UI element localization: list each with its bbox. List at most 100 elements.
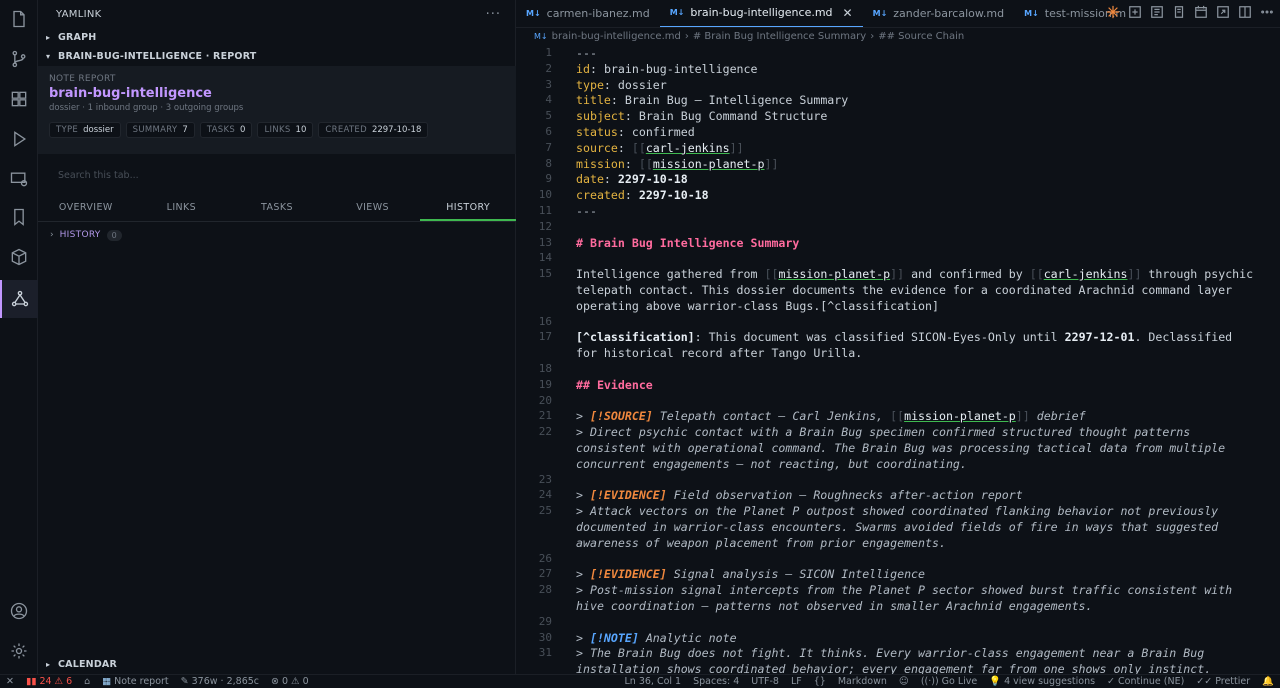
diff-icon[interactable] xyxy=(1128,5,1142,19)
continue-button[interactable]: ✓ Continue (NE) xyxy=(1101,676,1190,687)
close-icon[interactable]: ✕ xyxy=(843,6,853,20)
breadcrumb-heading[interactable]: # Brain Bug Intelligence Summary xyxy=(693,31,866,42)
code-line[interactable]: awareness of weapon placement from prior… xyxy=(516,535,1280,551)
open-preview-icon[interactable] xyxy=(1216,5,1230,19)
code-line[interactable]: 17 [^classification]: This document was c… xyxy=(516,329,1280,345)
code-line[interactable]: 4 title: Brain Bug — Intelligence Summary xyxy=(516,92,1280,108)
home-icon[interactable]: ⌂ xyxy=(78,676,96,687)
word-count[interactable]: ✎ 376w · 2,865c xyxy=(175,676,265,687)
code-line[interactable]: 16 xyxy=(516,314,1280,330)
code-line[interactable]: 10 created: 2297-10-18 xyxy=(516,187,1280,203)
code-line[interactable]: 5 subject: Brain Bug Command Structure xyxy=(516,108,1280,124)
end-of-line[interactable]: LF xyxy=(785,676,808,687)
code-line[interactable]: 30 > [!NOTE] Analytic note xyxy=(516,630,1280,646)
tab-overview[interactable]: OVERVIEW xyxy=(38,200,134,221)
code-line[interactable]: for historical record after Tango Urilla… xyxy=(516,345,1280,361)
account-icon[interactable] xyxy=(0,592,38,630)
report-title[interactable]: brain-bug-intelligence xyxy=(49,86,505,101)
code-line[interactable]: concurrent engagements — not reacting, b… xyxy=(516,456,1280,472)
tab-views[interactable]: VIEWS xyxy=(325,200,421,221)
code-line[interactable]: 15 Intelligence gathered from [[mission-p… xyxy=(516,266,1280,282)
code-line[interactable]: 21 > [!SOURCE] Telepath contact — Carl Je… xyxy=(516,408,1280,424)
code-line[interactable]: 7 source: [[carl-jenkins]] xyxy=(516,140,1280,156)
view-suggestions[interactable]: 💡 4 view suggestions xyxy=(983,676,1101,687)
wikilink[interactable]: mission-planet-p xyxy=(778,267,890,281)
code-line[interactable]: 27 > [!EVIDENCE] Signal analysis — SICON … xyxy=(516,566,1280,582)
wikilink[interactable]: mission-planet-p xyxy=(904,409,1016,423)
code-line[interactable]: 6 status: confirmed xyxy=(516,124,1280,140)
code-line[interactable]: 23 xyxy=(516,472,1280,488)
calendar-section-header[interactable]: ▸ CALENDAR xyxy=(38,655,516,673)
spark-icon[interactable] xyxy=(1106,5,1120,19)
report-section-header[interactable]: ▾ BRAIN-BUG-INTELLIGENCE · REPORT xyxy=(38,47,515,65)
preview-icon[interactable] xyxy=(1150,5,1164,19)
source-control-icon[interactable] xyxy=(0,40,38,78)
code-line[interactable]: telepath contact. This dossier documents… xyxy=(516,282,1280,298)
extensions-icon[interactable] xyxy=(0,80,38,118)
code-line[interactable]: 26 xyxy=(516,551,1280,567)
code-line[interactable]: 31 > The Brain Bug does not fight. It thi… xyxy=(516,645,1280,661)
go-live-button[interactable]: ((·)) Go Live xyxy=(915,676,983,687)
code-line[interactable]: 25 > Attack vectors on the Planet P outpo… xyxy=(516,503,1280,519)
code-line[interactable]: 3 type: dossier xyxy=(516,77,1280,93)
remote-explorer-icon[interactable] xyxy=(0,160,38,198)
split-editor-icon[interactable] xyxy=(1238,5,1252,19)
code-line[interactable]: 8 mission: [[mission-planet-p]] xyxy=(516,156,1280,172)
history-group[interactable]: › HISTORY 0 xyxy=(50,228,122,242)
editor-tab-brain-bug[interactable]: M↓ brain-bug-intelligence.md ✕ xyxy=(659,0,863,27)
more-actions-icon[interactable] xyxy=(1260,5,1274,19)
graph-network-icon[interactable] xyxy=(0,280,38,318)
explorer-icon[interactable] xyxy=(0,0,38,38)
code-line[interactable]: documented in warrior-class encounters. … xyxy=(516,519,1280,535)
code-line[interactable]: 28 > Post-mission signal intercepts from … xyxy=(516,582,1280,598)
prettier-button[interactable]: ✓✓ Prettier xyxy=(1190,676,1256,687)
breadcrumb-file[interactable]: brain-bug-intelligence.md xyxy=(552,31,681,42)
code-line[interactable]: consistent with operational command. The… xyxy=(516,440,1280,456)
notifications-bell-icon[interactable]: 🔔 xyxy=(1256,676,1280,687)
code-line[interactable]: 13 # Brain Bug Intelligence Summary xyxy=(516,235,1280,251)
tab-history[interactable]: HISTORY xyxy=(420,200,516,221)
code-line[interactable]: 18 xyxy=(516,361,1280,377)
code-line[interactable]: hive coordination — patterns not observe… xyxy=(516,598,1280,614)
wikilink[interactable]: carl-jenkins xyxy=(646,141,730,155)
cursor-position[interactable]: Ln 36, Col 1 xyxy=(618,676,687,687)
code-line[interactable]: installation shows coordinated behavior;… xyxy=(516,661,1280,674)
wikilink[interactable]: mission-planet-p xyxy=(653,157,765,171)
code-line[interactable]: 12 xyxy=(516,219,1280,235)
search-input[interactable]: Search this tab... xyxy=(50,166,506,184)
note-icon[interactable] xyxy=(1172,5,1186,19)
code-line[interactable]: 9 date: 2297-10-18 xyxy=(516,171,1280,187)
code-line[interactable]: 24 > [!EVIDENCE] Field observation — Roug… xyxy=(516,487,1280,503)
run-debug-icon[interactable] xyxy=(0,120,38,158)
bookmark-icon[interactable] xyxy=(0,198,38,236)
code-line[interactable]: 19 ## Evidence xyxy=(516,377,1280,393)
tab-links[interactable]: LINKS xyxy=(134,200,230,221)
editor-tab-zander[interactable]: M↓ zander-barcalow.md xyxy=(863,0,1014,27)
code-line[interactable]: 29 xyxy=(516,614,1280,630)
editor-tab-carmen[interactable]: M↓ carmen-ibanez.md xyxy=(516,0,660,27)
calendar-icon[interactable] xyxy=(1194,5,1208,19)
indentation[interactable]: Spaces: 4 xyxy=(687,676,745,687)
graph-section-header[interactable]: ▸ GRAPH xyxy=(38,28,515,46)
language-mode[interactable]: Markdown xyxy=(832,676,893,687)
note-report-item[interactable]: ▦ Note report xyxy=(96,676,175,687)
problems-indicator[interactable]: ⊗ 0 ⚠ 0 xyxy=(265,676,315,687)
copilot-icon[interactable]: ☺ xyxy=(893,676,915,687)
code-line[interactable]: 1 --- xyxy=(516,45,1280,61)
breadcrumb-subheading[interactable]: ## Source Chain xyxy=(878,31,964,42)
code-line[interactable]: operating above warrior-class Bugs.[^cla… xyxy=(516,298,1280,314)
more-actions-icon[interactable]: ··· xyxy=(486,7,501,22)
code-area[interactable]: 1 --- 2 id: brain-bug-intelligence 3 type: do… xyxy=(516,45,1280,674)
code-line[interactable]: 11 --- xyxy=(516,203,1280,219)
package-icon[interactable] xyxy=(0,238,38,276)
code-line[interactable]: 14 xyxy=(516,250,1280,266)
errors-indicator[interactable]: ▮▮ 24 ⚠ 6 xyxy=(20,676,78,687)
remote-indicator[interactable]: ✕ xyxy=(0,676,20,687)
language-braces[interactable]: {} xyxy=(808,676,832,687)
encoding[interactable]: UTF-8 xyxy=(745,676,785,687)
code-line[interactable]: 2 id: brain-bug-intelligence xyxy=(516,61,1280,77)
tab-tasks[interactable]: TASKS xyxy=(229,200,325,221)
wikilink[interactable]: carl-jenkins xyxy=(1044,267,1128,281)
code-line[interactable]: 22 > Direct psychic contact with a Brain … xyxy=(516,424,1280,440)
settings-gear-icon[interactable] xyxy=(0,632,38,670)
